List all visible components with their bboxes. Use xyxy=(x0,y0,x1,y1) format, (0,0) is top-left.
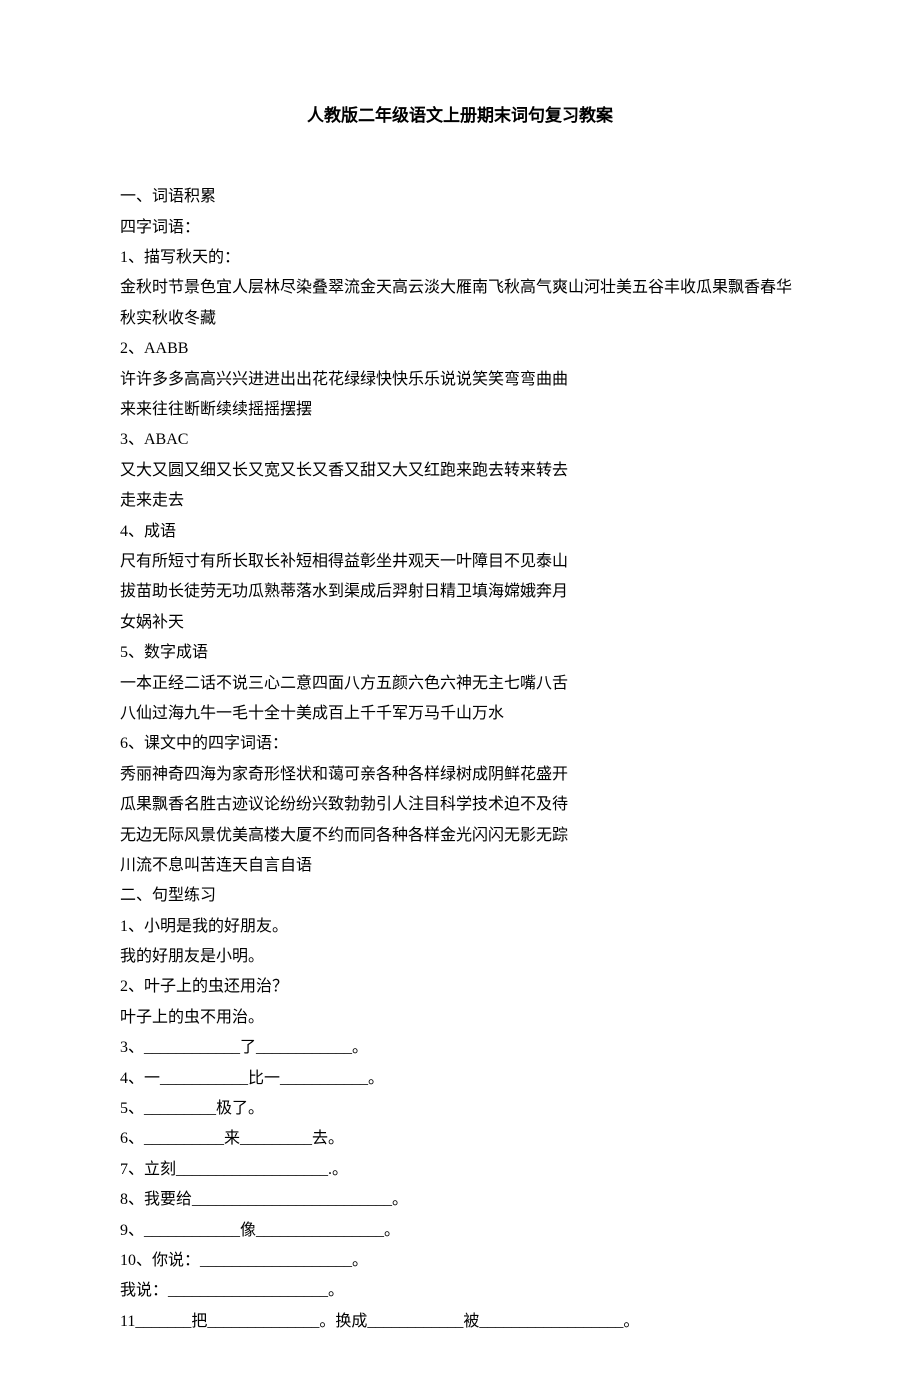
body-line: 一、词语积累 xyxy=(120,182,800,212)
body-line: 8、我要给_________________________。 xyxy=(120,1185,800,1215)
document-page: 人教版二年级语文上册期末词句复习教案 一、词语积累四字词语：1、描写秋天的：金秋… xyxy=(0,0,920,1397)
body-line: 7、立刻___________________.。 xyxy=(120,1155,800,1185)
body-line: 尺有所短寸有所长取长补短相得益彰坐井观天一叶障目不见泰山 xyxy=(120,547,800,577)
body-line: 10、你说：___________________。 xyxy=(120,1246,800,1276)
body-line: 6、课文中的四字词语： xyxy=(120,729,800,759)
body-line: 八仙过海九牛一毛十全十美成百上千千军万马千山万水 xyxy=(120,699,800,729)
body-line: 1、小明是我的好朋友。 xyxy=(120,912,800,942)
body-line: 3、ABAC xyxy=(120,425,800,455)
body-line: 3、____________了____________。 xyxy=(120,1033,800,1063)
body-line: 我的好朋友是小明。 xyxy=(120,942,800,972)
body-line: 5、_________极了。 xyxy=(120,1094,800,1124)
document-body: 一、词语积累四字词语：1、描写秋天的：金秋时节景色宜人层林尽染叠翠流金天高云淡大… xyxy=(120,182,800,1337)
document-title: 人教版二年级语文上册期末词句复习教案 xyxy=(120,100,800,132)
body-line: 四字词语： xyxy=(120,213,800,243)
body-line: 金秋时节景色宜人层林尽染叠翠流金天高云淡大雁南飞秋高气爽山河壮美五谷丰收瓜果飘香… xyxy=(120,273,800,334)
body-line: 5、数字成语 xyxy=(120,638,800,668)
body-line: 2、AABB xyxy=(120,334,800,364)
body-line: 女娲补天 xyxy=(120,608,800,638)
body-line: 我说：____________________。 xyxy=(120,1276,800,1306)
body-line: 瓜果飘香名胜古迹议论纷纷兴致勃勃引人注目科学技术迫不及待 xyxy=(120,790,800,820)
body-line: 4、一___________比一___________。 xyxy=(120,1064,800,1094)
body-line: 许许多多高高兴兴进进出出花花绿绿快快乐乐说说笑笑弯弯曲曲 xyxy=(120,365,800,395)
body-line: 又大又圆又细又长又宽又长又香又甜又大又红跑来跑去转来转去 xyxy=(120,456,800,486)
body-line: 1、描写秋天的： xyxy=(120,243,800,273)
body-line: 来来往往断断续续摇摇摆摆 xyxy=(120,395,800,425)
body-line: 秀丽神奇四海为家奇形怪状和蔼可亲各种各样绿树成阴鲜花盛开 xyxy=(120,760,800,790)
body-line: 2、叶子上的虫还用治？ xyxy=(120,972,800,1002)
body-line: 无边无际风景优美高楼大厦不约而同各种各样金光闪闪无影无踪 xyxy=(120,821,800,851)
body-line: 拔苗助长徒劳无功瓜熟蒂落水到渠成后羿射日精卫填海嫦娥奔月 xyxy=(120,577,800,607)
body-line: 二、句型练习 xyxy=(120,881,800,911)
body-line: 9、____________像________________。 xyxy=(120,1216,800,1246)
body-line: 4、成语 xyxy=(120,517,800,547)
body-line: 11_______把______________。换成____________被… xyxy=(120,1307,800,1337)
body-line: 叶子上的虫不用治。 xyxy=(120,1003,800,1033)
body-line: 走来走去 xyxy=(120,486,800,516)
body-line: 一本正经二话不说三心二意四面八方五颜六色六神无主七嘴八舌 xyxy=(120,669,800,699)
body-line: 川流不息叫苦连天自言自语 xyxy=(120,851,800,881)
body-line: 6、__________来_________去。 xyxy=(120,1124,800,1154)
